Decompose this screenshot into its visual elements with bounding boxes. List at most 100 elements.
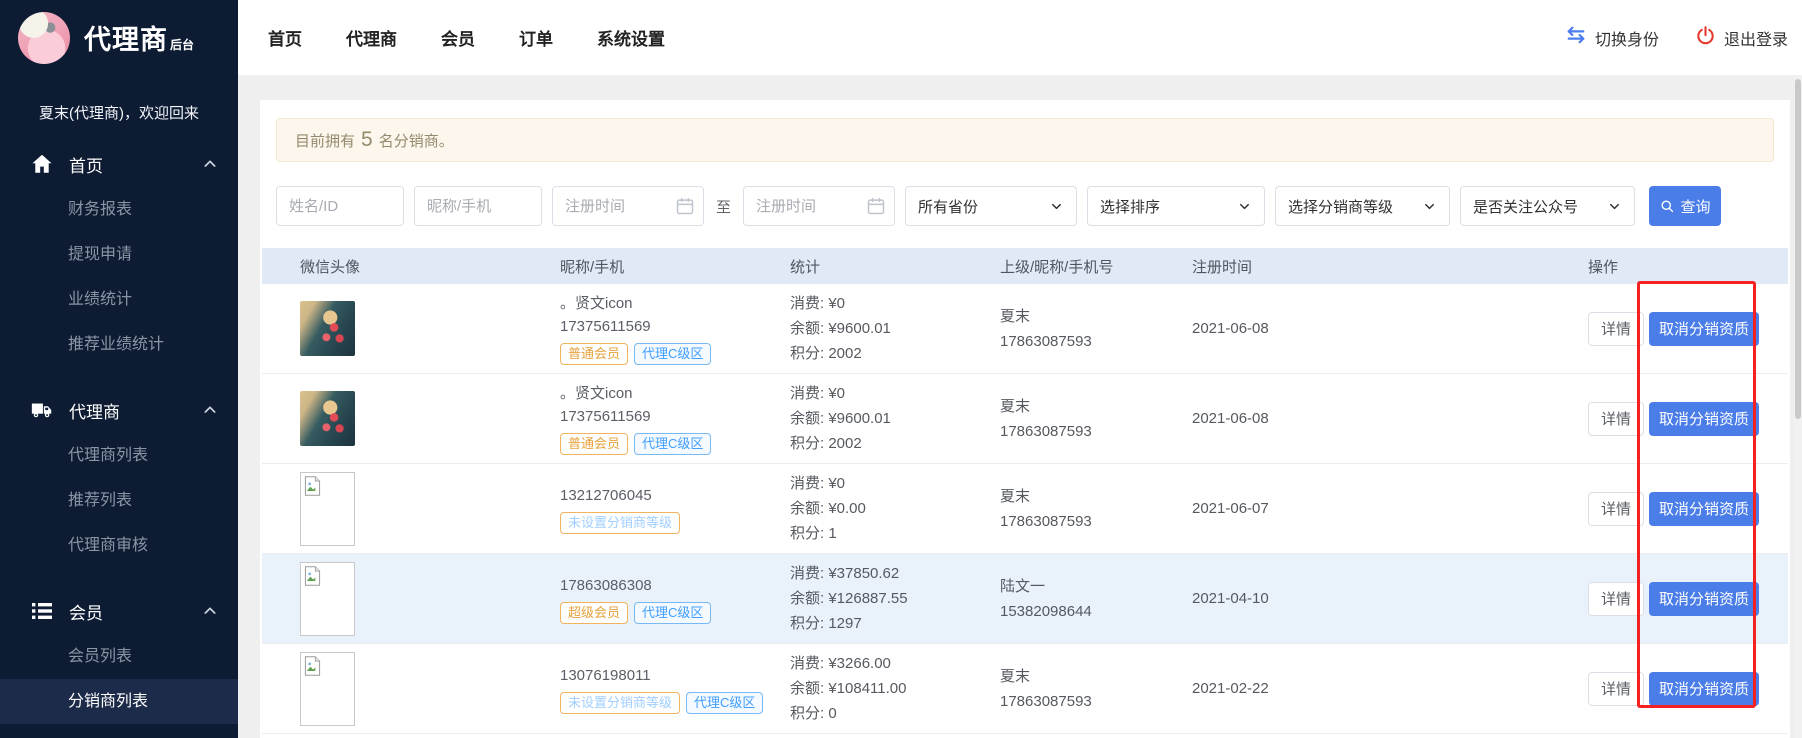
nickname-phone-input[interactable] [414,186,542,226]
top-actions: 切换身份 退出登录 [1565,25,1802,51]
chevron-down-icon [1607,199,1622,214]
search-icon [1660,199,1675,214]
nav-item-home[interactable]: 首页 [268,25,302,50]
register-date-end-input[interactable] [743,186,895,226]
wechat-avatar [300,391,355,446]
broken-image-icon [304,566,321,586]
register-date: 2021-06-08 [1192,410,1588,427]
parent-name: 夏末 [1000,394,1192,419]
cancel-distribution-button[interactable]: 取消分销资质 [1649,312,1759,346]
detail-button[interactable]: 详情 [1588,492,1644,526]
home-icon [30,152,54,176]
top-nav: 首页 代理商 会员 订单 系统设置 [268,25,665,50]
nav-item-member[interactable]: 会员 [441,25,475,50]
table-row: 13212706045 未设置分销商等级 消费: ¥0 余额: ¥0.00 积分… [262,464,1788,554]
chevron-down-icon [1237,199,1252,214]
sidebar-item-referral-list[interactable]: 推荐列表 [0,478,238,523]
register-date-start-wrap [552,186,704,226]
table-row: 。贤文icon 17375611569 普通会员 代理C级区 消费: ¥0 余额… [262,284,1788,374]
name-id-input[interactable] [276,186,404,226]
balance-stat: 余额: ¥0.00 [790,496,1000,521]
register-date: 2021-04-10 [1192,590,1588,607]
filter-row: 至 所有省份 选择排序 选择分销商等级 是否关注公众号 查询 [276,186,1774,226]
col-header-wechat-avatar: 微信头像 [262,256,560,277]
points-stat: 积分: 2002 [790,431,1000,456]
distributor-level-select[interactable]: 选择分销商等级 [1275,186,1450,226]
parent-phone: 17863087593 [1000,689,1192,714]
balance-stat: 余额: ¥9600.01 [790,406,1000,431]
distributor-count-alert: 目前拥有 5 名分销商。 [276,118,1774,162]
register-date: 2021-06-08 [1192,320,1588,337]
detail-button[interactable]: 详情 [1588,672,1644,706]
logout-label: 退出登录 [1724,26,1788,50]
cancel-distribution-button[interactable]: 取消分销资质 [1649,582,1759,616]
parent-phone: 15382098644 [1000,599,1192,624]
col-header-parent: 上级/昵称/手机号 [1000,256,1192,277]
parent-name: 夏末 [1000,484,1192,509]
sidebar-item-distributor-list[interactable]: 分销商列表 [0,679,238,724]
points-stat: 积分: 0 [790,701,1000,726]
consume-stat: 消费: ¥0 [790,471,1000,496]
distributor-phone: 13076198011 [560,664,790,687]
sidebar-group-home[interactable]: 首页 [0,141,238,187]
agent-zone-badge: 代理C级区 [634,433,711,455]
nav-item-agent[interactable]: 代理商 [346,25,397,50]
table-header-row: 微信头像 昵称/手机 统计 上级/昵称/手机号 注册时间 操作 [262,248,1788,284]
follow-official-account-select[interactable]: 是否关注公众号 [1460,186,1635,226]
logout-button[interactable]: 退出登录 [1695,25,1788,51]
detail-button[interactable]: 详情 [1588,402,1644,436]
list-icon [30,599,54,623]
province-select[interactable]: 所有省份 [905,186,1077,226]
parent-name: 夏末 [1000,664,1192,689]
col-header-stats: 统计 [790,256,1000,277]
consume-stat: 消费: ¥0 [790,381,1000,406]
sidebar-item-agent-review[interactable]: 代理商审核 [0,523,238,568]
follow-select-value: 是否关注公众号 [1473,196,1578,217]
logo-subtitle: 后台 [170,38,194,52]
sidebar-group-home-label: 首页 [69,152,103,177]
sidebar-item-agent-list[interactable]: 代理商列表 [0,433,238,478]
register-date: 2021-06-07 [1192,500,1588,517]
logo-text: 代理商后台 [84,18,194,57]
scrollbar-thumb[interactable] [1795,79,1801,419]
cancel-distribution-button[interactable]: 取消分销资质 [1649,492,1759,526]
sidebar-group-agent[interactable]: 代理商 [0,387,238,433]
chevron-up-icon [202,156,218,172]
swap-arrows-icon [1565,25,1587,50]
distributor-count: 5 [361,128,373,152]
consume-stat: 消费: ¥3266.00 [790,651,1000,676]
col-header-register-date: 注册时间 [1192,256,1588,277]
points-stat: 积分: 2002 [790,341,1000,366]
sidebar-group-member[interactable]: 会员 [0,588,238,634]
detail-button[interactable]: 详情 [1588,312,1644,346]
sidebar-item-finance-report[interactable]: 财务报表 [0,187,238,232]
detail-button[interactable]: 详情 [1588,582,1644,616]
distributor-phone: 17863086308 [560,574,790,597]
alert-prefix: 目前拥有 [295,130,355,151]
broken-image-avatar [300,562,355,636]
broken-image-icon [304,476,321,496]
col-header-nickname-phone: 昵称/手机 [560,256,790,277]
parent-phone: 17863087593 [1000,509,1192,534]
cancel-distribution-button[interactable]: 取消分销资质 [1649,672,1759,706]
balance-stat: 余额: ¥9600.01 [790,316,1000,341]
nav-item-order[interactable]: 订单 [519,25,553,50]
vertical-scrollbar[interactable] [1794,75,1802,738]
table-row: 13076198011 未设置分销商等级 代理C级区 消费: ¥3266.00 … [262,644,1788,734]
search-button[interactable]: 查询 [1649,186,1721,226]
topbar: 代理商后台 首页 代理商 会员 订单 系统设置 切换身份 退出登录 [0,0,1802,75]
sort-select[interactable]: 选择排序 [1087,186,1265,226]
date-range-to-label: 至 [714,196,733,217]
register-date-end-wrap [743,186,895,226]
sidebar-item-withdraw-request[interactable]: 提现申请 [0,232,238,277]
sidebar-item-member-list[interactable]: 会员列表 [0,634,238,679]
cancel-distribution-button[interactable]: 取消分销资质 [1649,402,1759,436]
switch-identity-button[interactable]: 切换身份 [1565,25,1659,50]
sidebar-item-referral-performance-stats[interactable]: 推荐业绩统计 [0,322,238,367]
nav-item-settings[interactable]: 系统设置 [597,25,665,50]
sidebar-item-performance-stats[interactable]: 业绩统计 [0,277,238,322]
register-date-start-input[interactable] [552,186,704,226]
truck-icon [30,398,54,422]
balance-stat: 余额: ¥126887.55 [790,586,1000,611]
chevron-down-icon [1422,199,1437,214]
